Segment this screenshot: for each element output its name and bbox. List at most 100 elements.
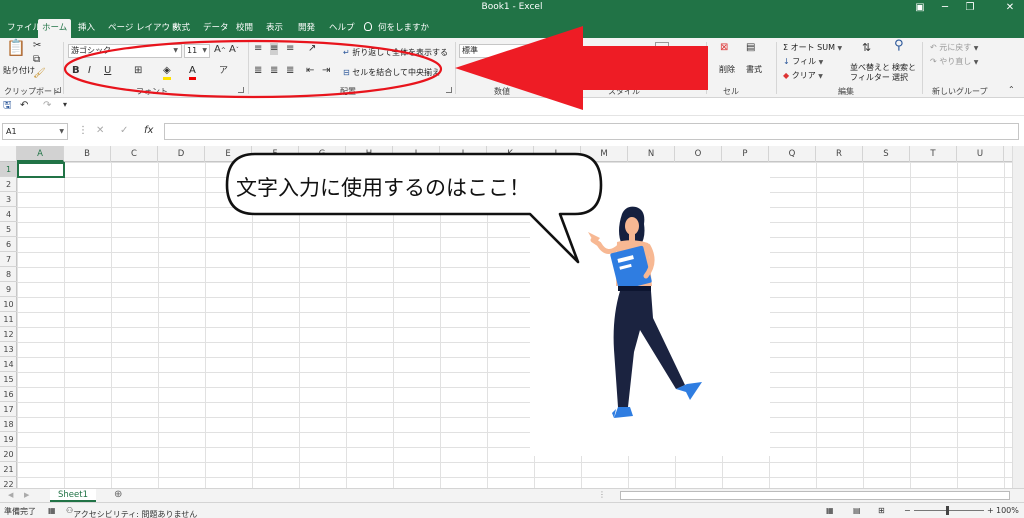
column-header[interactable]: L (534, 146, 581, 162)
normal-view-icon[interactable]: ▦ (826, 506, 834, 515)
font-grow-icon[interactable]: A^ (214, 44, 226, 57)
wrap-text-button[interactable]: ↵ 折り返して全体を表示する (343, 47, 448, 58)
name-box[interactable]: A1 ▼ (2, 123, 68, 140)
tab-home[interactable]: ホーム (38, 19, 72, 38)
row-header[interactable]: 14 (0, 357, 17, 372)
column-header[interactable]: P (722, 146, 769, 162)
row-header[interactable]: 11 (0, 312, 17, 327)
align-right-icon[interactable]: ≣ (286, 65, 294, 77)
number-format-select[interactable]: 標準 (459, 44, 559, 58)
tab-review[interactable]: 校閲 (232, 19, 257, 38)
tab-formulas[interactable]: 数式 (169, 19, 194, 38)
tab-view[interactable]: 表示 (262, 19, 287, 38)
next-sheet-icon[interactable]: ▶ (24, 489, 29, 501)
paste-icon[interactable]: 📋 (6, 40, 26, 62)
save-icon[interactable]: 🖫 (3, 100, 12, 112)
column-header[interactable]: A (17, 146, 64, 162)
format-cells-icon[interactable]: ▤ (746, 42, 755, 54)
cut-icon[interactable]: ✂ (33, 40, 41, 52)
align-bottom-icon[interactable]: ≡ (286, 43, 294, 55)
row-header[interactable]: 2 (0, 177, 17, 192)
row-header[interactable]: 16 (0, 387, 17, 402)
row-header[interactable]: 8 (0, 267, 17, 282)
row-header[interactable]: 10 (0, 297, 17, 312)
clear-button[interactable]: ◆ クリア ▼ (783, 70, 823, 81)
row-header[interactable]: 9 (0, 282, 17, 297)
vertical-scrollbar[interactable] (1012, 146, 1024, 488)
zoom-in-icon[interactable]: + (987, 506, 994, 515)
column-header[interactable]: C (111, 146, 158, 162)
accessibility-status[interactable]: ⚇ アクセシビリティ: 問題ありません (66, 506, 197, 518)
select-all-corner[interactable] (0, 146, 17, 162)
redo-button[interactable]: ↷ やり直し ▼ (930, 56, 978, 67)
phonetic-icon[interactable]: ア (219, 65, 228, 77)
tell-me-search[interactable]: 何をしますか (364, 19, 429, 38)
insert-function-icon[interactable]: fx (144, 125, 153, 137)
delete-cells-icon[interactable]: ⊠ (720, 42, 728, 54)
macro-record-icon[interactable]: ▦ (48, 506, 56, 515)
row-header[interactable]: 4 (0, 207, 17, 222)
column-header[interactable]: D (158, 146, 205, 162)
underline-button[interactable]: U (104, 65, 111, 77)
font-name-select[interactable]: 游ゴシック ▼ (68, 44, 182, 58)
clipboard-launcher-icon[interactable] (55, 87, 61, 93)
autosum-button[interactable]: Σ オート SUM ▼ (783, 42, 842, 53)
column-header[interactable]: R (816, 146, 863, 162)
row-header[interactable]: 21 (0, 462, 17, 477)
italic-button[interactable]: I (88, 65, 91, 77)
tab-help[interactable]: ヘルプ (325, 19, 359, 38)
row-header[interactable]: 17 (0, 402, 17, 417)
column-header[interactable]: N (628, 146, 675, 162)
zoom-level[interactable]: 100% (996, 506, 1019, 515)
fill-color-icon[interactable]: ◈ (163, 65, 171, 80)
delete-cells-button[interactable]: 削除 (719, 64, 735, 75)
row-header[interactable]: 15 (0, 372, 17, 387)
page-layout-view-icon[interactable]: ▤ (853, 506, 861, 515)
merge-center-button[interactable]: ⊟ セルを結合して中央揃え (343, 67, 440, 78)
font-launcher-icon[interactable] (238, 87, 244, 93)
align-top-icon[interactable]: ≡ (254, 43, 262, 55)
tab-insert[interactable]: 挿入 (74, 19, 99, 38)
column-header[interactable]: T (910, 146, 957, 162)
font-color-icon[interactable]: A (189, 65, 196, 80)
zoom-slider-thumb[interactable] (946, 506, 949, 515)
column-header[interactable]: J (440, 146, 487, 162)
row-header[interactable]: 1 (0, 162, 17, 177)
increase-indent-icon[interactable]: ⇥ (322, 65, 330, 77)
add-sheet-icon[interactable]: ⊕ (114, 489, 122, 501)
cells-area[interactable] (17, 162, 1012, 488)
row-header[interactable]: 13 (0, 342, 17, 357)
format-painter-icon[interactable]: 🖌 (33, 68, 46, 80)
find-select-label-2[interactable]: 選択 (892, 72, 908, 83)
column-header[interactable]: M (581, 146, 628, 162)
copy-icon[interactable]: ⧉ (33, 54, 40, 66)
format-cells-button[interactable]: 書式 (746, 64, 762, 75)
align-middle-icon[interactable]: ≡ (270, 43, 279, 55)
decrease-indent-icon[interactable]: ⇤ (306, 65, 314, 77)
align-left-icon[interactable]: ≣ (254, 65, 262, 77)
horizontal-scrollbar[interactable] (620, 491, 1010, 500)
row-header[interactable]: 19 (0, 432, 17, 447)
fill-button[interactable]: ↓ フィル ▼ (783, 56, 823, 67)
tab-developer[interactable]: 開発 (294, 19, 319, 38)
column-header[interactable]: O (675, 146, 722, 162)
column-header[interactable]: I (393, 146, 440, 162)
row-header[interactable]: 6 (0, 237, 17, 252)
column-header[interactable]: B (64, 146, 111, 162)
sort-filter-label-2[interactable]: フィルター (850, 72, 890, 83)
row-header[interactable]: 7 (0, 252, 17, 267)
customize-qat-icon[interactable]: ▾ (63, 99, 67, 111)
sheet-tab-sheet1[interactable]: Sheet1 (50, 489, 96, 502)
column-header[interactable]: S (863, 146, 910, 162)
undo-icon[interactable]: ↶ (20, 100, 28, 112)
tab-data[interactable]: データ (199, 19, 233, 38)
paste-button-label[interactable]: 貼り付け (3, 65, 35, 76)
column-header[interactable]: E (205, 146, 252, 162)
enter-icon[interactable]: ✓ (120, 125, 128, 137)
ribbon-display-icon[interactable]: ▣ (913, 1, 927, 14)
column-header[interactable]: G (299, 146, 346, 162)
column-header[interactable]: Q (769, 146, 816, 162)
active-cell-cursor[interactable] (17, 162, 65, 178)
undo-button[interactable]: ↶ 元に戻す ▼ (930, 42, 978, 53)
sort-filter-icon[interactable]: ⇅ (862, 42, 871, 54)
